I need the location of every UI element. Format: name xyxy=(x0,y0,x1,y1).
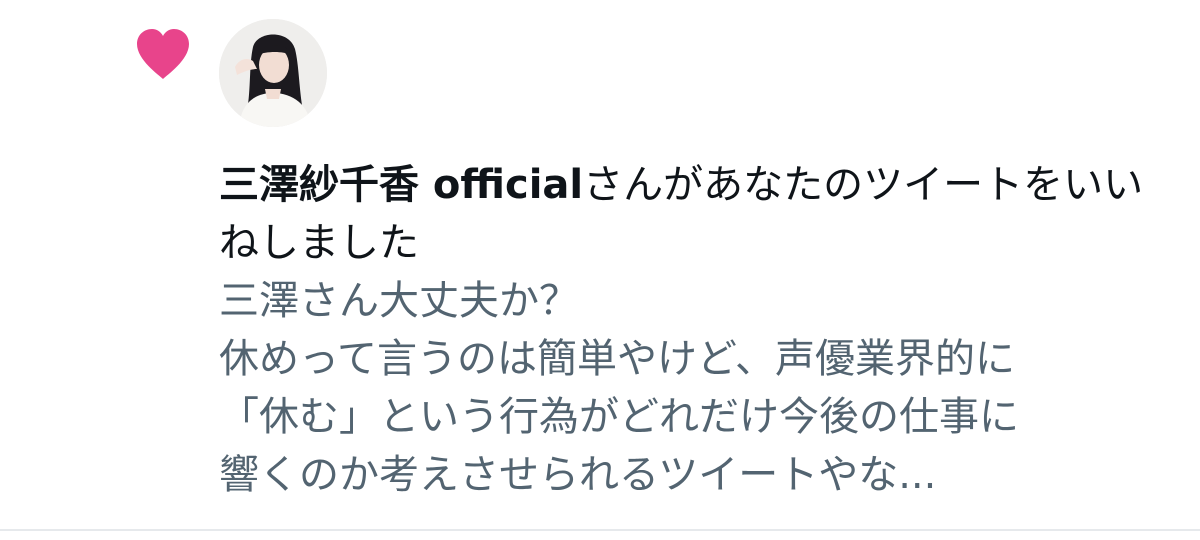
tweet-preview[interactable]: 三澤さん大丈夫か？ 休めって言うのは簡単やけど、声優業界的に 「休む」という行為… xyxy=(219,272,1179,504)
divider xyxy=(0,529,1200,531)
tweet-line: 響くのか考えさせられるツイートやな... xyxy=(219,452,937,498)
tweet-line: 三澤さん大丈夫か？ xyxy=(219,278,579,324)
notification-content: 三澤紗千香 officialさんがあなたのツイートをいいねしました 三澤さん大丈… xyxy=(219,156,1179,504)
heart-icon xyxy=(133,27,193,81)
tweet-line: 「休む」という行為がどれだけ今後の仕事に xyxy=(219,394,1019,440)
notification-headline: 三澤紗千香 officialさんがあなたのツイートをいいねしました xyxy=(219,156,1179,272)
tweet-line: 休めって言うのは簡単やけど、声優業界的に xyxy=(219,336,1015,382)
user-name-link[interactable]: 三澤紗千香 official xyxy=(219,162,583,208)
avatar[interactable] xyxy=(219,19,327,127)
like-notification[interactable]: 三澤紗千香 officialさんがあなたのツイートをいいねしました 三澤さん大丈… xyxy=(0,0,1200,530)
